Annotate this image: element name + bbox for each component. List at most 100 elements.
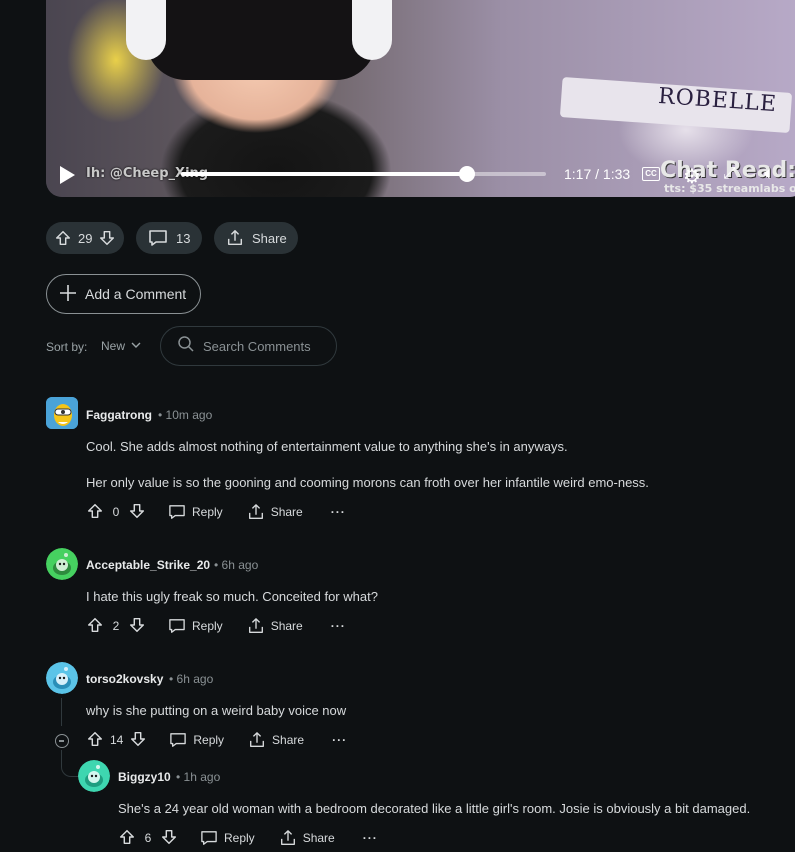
post-share-button[interactable]: Share <box>214 222 298 254</box>
video-seek-bar[interactable] <box>181 166 546 182</box>
more-options-icon[interactable]: ··· <box>331 619 346 633</box>
comment-body-line: I hate this ugly freak so much. Conceite… <box>86 589 378 604</box>
avatar[interactable] <box>46 548 78 580</box>
video-frame-headphone <box>126 0 166 60</box>
plus-icon <box>59 284 77 305</box>
video-frame-figure <box>146 0 376 80</box>
comment-body-line: why is she putting on a weird baby voice… <box>86 703 347 718</box>
downvote-icon[interactable] <box>160 828 178 849</box>
video-frame-headphone <box>352 0 392 60</box>
share-icon <box>248 618 263 633</box>
reply-button[interactable]: Reply <box>168 504 223 520</box>
share-icon <box>250 732 265 747</box>
downvote-icon[interactable] <box>98 229 116 247</box>
comment-icon <box>169 505 185 519</box>
avatar[interactable] <box>46 397 78 429</box>
downvote-icon[interactable] <box>128 616 146 637</box>
upvote-icon[interactable] <box>86 730 104 751</box>
sort-dropdown[interactable]: New <box>101 339 141 353</box>
share-label: Share <box>270 619 303 633</box>
downvote-icon[interactable] <box>128 502 146 523</box>
post-vote-count: 29 <box>78 230 93 246</box>
share-icon <box>226 229 244 247</box>
reply-label: Reply <box>192 619 223 633</box>
search-comments-input[interactable] <box>203 338 333 354</box>
upvote-icon[interactable] <box>86 616 104 637</box>
upvote-icon[interactable] <box>86 502 104 523</box>
comment-actions: 0 Reply Share ··· <box>86 498 346 526</box>
share-button[interactable]: Share <box>279 829 335 847</box>
comment-icon <box>169 619 185 633</box>
reply-button[interactable]: Reply <box>169 732 224 748</box>
comment-vote-count: 6 <box>144 831 152 845</box>
share-label: Share <box>270 505 303 519</box>
upvote-icon[interactable] <box>54 229 72 247</box>
snoo-avatar-icon <box>46 548 78 580</box>
comment-time: • 6h ago <box>169 672 214 686</box>
post-comment-count: 13 <box>176 230 191 246</box>
comment-vote-count: 2 <box>112 619 120 633</box>
comment-icon <box>201 831 217 845</box>
snoo-avatar-icon <box>78 760 110 792</box>
thread-line <box>61 698 62 726</box>
share-button[interactable]: Share <box>248 731 304 749</box>
video-seek-progress <box>181 172 468 176</box>
share-button[interactable]: Share <box>247 503 303 521</box>
comment-time-value: 10m ago <box>165 408 213 422</box>
avatar[interactable] <box>78 760 110 792</box>
share-button[interactable]: Share <box>247 617 303 635</box>
comment-body-line: Cool. She adds almost nothing of enterta… <box>86 439 568 454</box>
reply-button[interactable]: Reply <box>168 618 223 634</box>
post-comments-button[interactable]: 13 <box>136 222 202 254</box>
comment-vote-count: 14 <box>110 733 124 747</box>
more-options-icon[interactable]: ··· <box>363 831 378 845</box>
reply-label: Reply <box>224 831 255 845</box>
reply-connector <box>61 750 79 777</box>
reply-label: Reply <box>193 733 225 747</box>
more-options-icon[interactable]: ··· <box>331 505 346 519</box>
comment-author[interactable]: torso2kovsky <box>86 672 163 686</box>
video-seek-handle[interactable] <box>459 166 476 182</box>
share-label: Share <box>302 831 335 845</box>
play-icon[interactable] <box>60 166 75 184</box>
share-icon <box>280 830 295 845</box>
downvote-icon[interactable] <box>129 730 147 751</box>
custom-avatar-icon <box>46 397 78 429</box>
comment-vote-count: 0 <box>112 505 120 519</box>
search-icon <box>177 335 195 358</box>
comment-actions: 6 Reply Share ··· <box>118 824 378 852</box>
snoo-avatar-icon <box>46 662 78 694</box>
comment-time: • 10m ago <box>158 408 213 422</box>
upvote-icon[interactable] <box>118 828 136 849</box>
share-icon <box>248 504 263 519</box>
sort-value: New <box>101 339 126 353</box>
closed-captions-icon[interactable]: CC <box>642 167 660 181</box>
collapse-thread-icon[interactable] <box>55 734 69 748</box>
chevron-down-icon <box>131 339 141 353</box>
comment-time: • 6h ago <box>214 558 259 572</box>
comment-body-line: Her only value is so the gooning and coo… <box>86 475 649 490</box>
share-label: Share <box>272 733 305 747</box>
comment-icon <box>170 733 187 747</box>
video-time: 1:17 / 1:33 <box>564 166 631 182</box>
more-options-icon[interactable]: ··· <box>332 733 347 747</box>
comment-time: • 1h ago <box>176 770 221 784</box>
avatar[interactable] <box>46 662 78 694</box>
comment-author[interactable]: Biggzy10 <box>118 770 171 784</box>
add-comment-button[interactable]: Add a Comment <box>46 274 201 314</box>
gear-icon[interactable]: ⚙ <box>683 164 701 189</box>
post-vote-pill: 29 <box>46 222 124 254</box>
search-comments[interactable] <box>160 326 337 366</box>
comment-time-value: 6h ago <box>176 672 214 686</box>
comment-author[interactable]: Faggatrong <box>86 408 152 422</box>
expand-icon[interactable]: ⤢ <box>723 165 736 183</box>
comment-body-line: She's a 24 year old woman with a bedroom… <box>118 801 751 816</box>
post-share-label: Share <box>252 230 287 246</box>
sort-label: Sort by: <box>46 340 88 354</box>
comment-author[interactable]: Acceptable_Strike_20 <box>86 558 210 572</box>
video-player[interactable]: ROBELLE Ih: @Cheep_Xing Chat Read: $60 t… <box>46 0 795 197</box>
video-controls: 1:17 / 1:33 CC ⚙ ⤢ 🔈︎ <box>46 160 795 190</box>
volume-icon[interactable]: 🔈︎ <box>764 163 775 184</box>
reply-button[interactable]: Reply <box>200 830 255 846</box>
add-comment-label: Add a Comment <box>85 286 187 302</box>
